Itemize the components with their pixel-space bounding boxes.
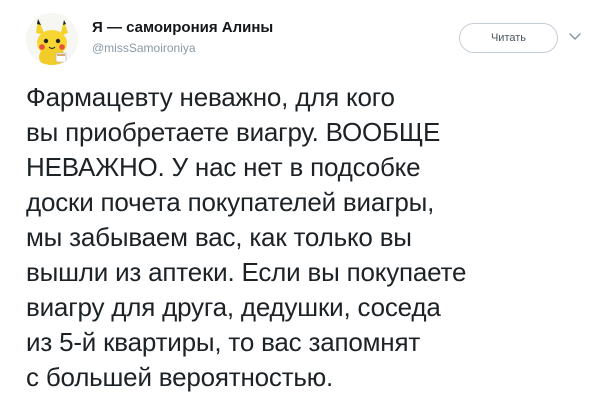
follow-button-label: Читать [490, 32, 527, 44]
tweet-text-line: мы забываем вас, как только вы [26, 222, 412, 252]
chevron-down-icon[interactable] [566, 27, 584, 45]
tweet-text-line: с большей вероятностью. [26, 362, 334, 392]
tweet-card: Я — самоирония Алины @missSamoironiya Чи… [0, 0, 600, 420]
tweet-text-line: доски почета покупателей виагры, [26, 187, 435, 217]
author-handle[interactable]: @missSamoironiya [92, 41, 196, 55]
tweet-text: Фармацевту неважно, для кого вы приобрет… [26, 80, 586, 395]
tweet-text-line: из 5-й квартиры, то вас запомнят [26, 327, 421, 357]
tweet-text-line: виагру для друга, дедушки, соседа [26, 292, 441, 322]
tweet-text-line: НЕВАЖНО. У нас нет в подсобке [26, 152, 421, 182]
avatar[interactable] [26, 13, 78, 65]
tweet-text-line: вы приобретаете виагру. ВООБЩЕ [26, 117, 441, 147]
pikachu-avatar-icon [26, 13, 78, 65]
follow-button[interactable]: Читать [459, 23, 558, 53]
tweet-text-line: вышли из аптеки. Если вы покупаете [26, 257, 467, 287]
author-name[interactable]: Я — самоирония Алины [92, 19, 273, 36]
tweet-text-line: Фармацевту неважно, для кого [26, 82, 395, 112]
